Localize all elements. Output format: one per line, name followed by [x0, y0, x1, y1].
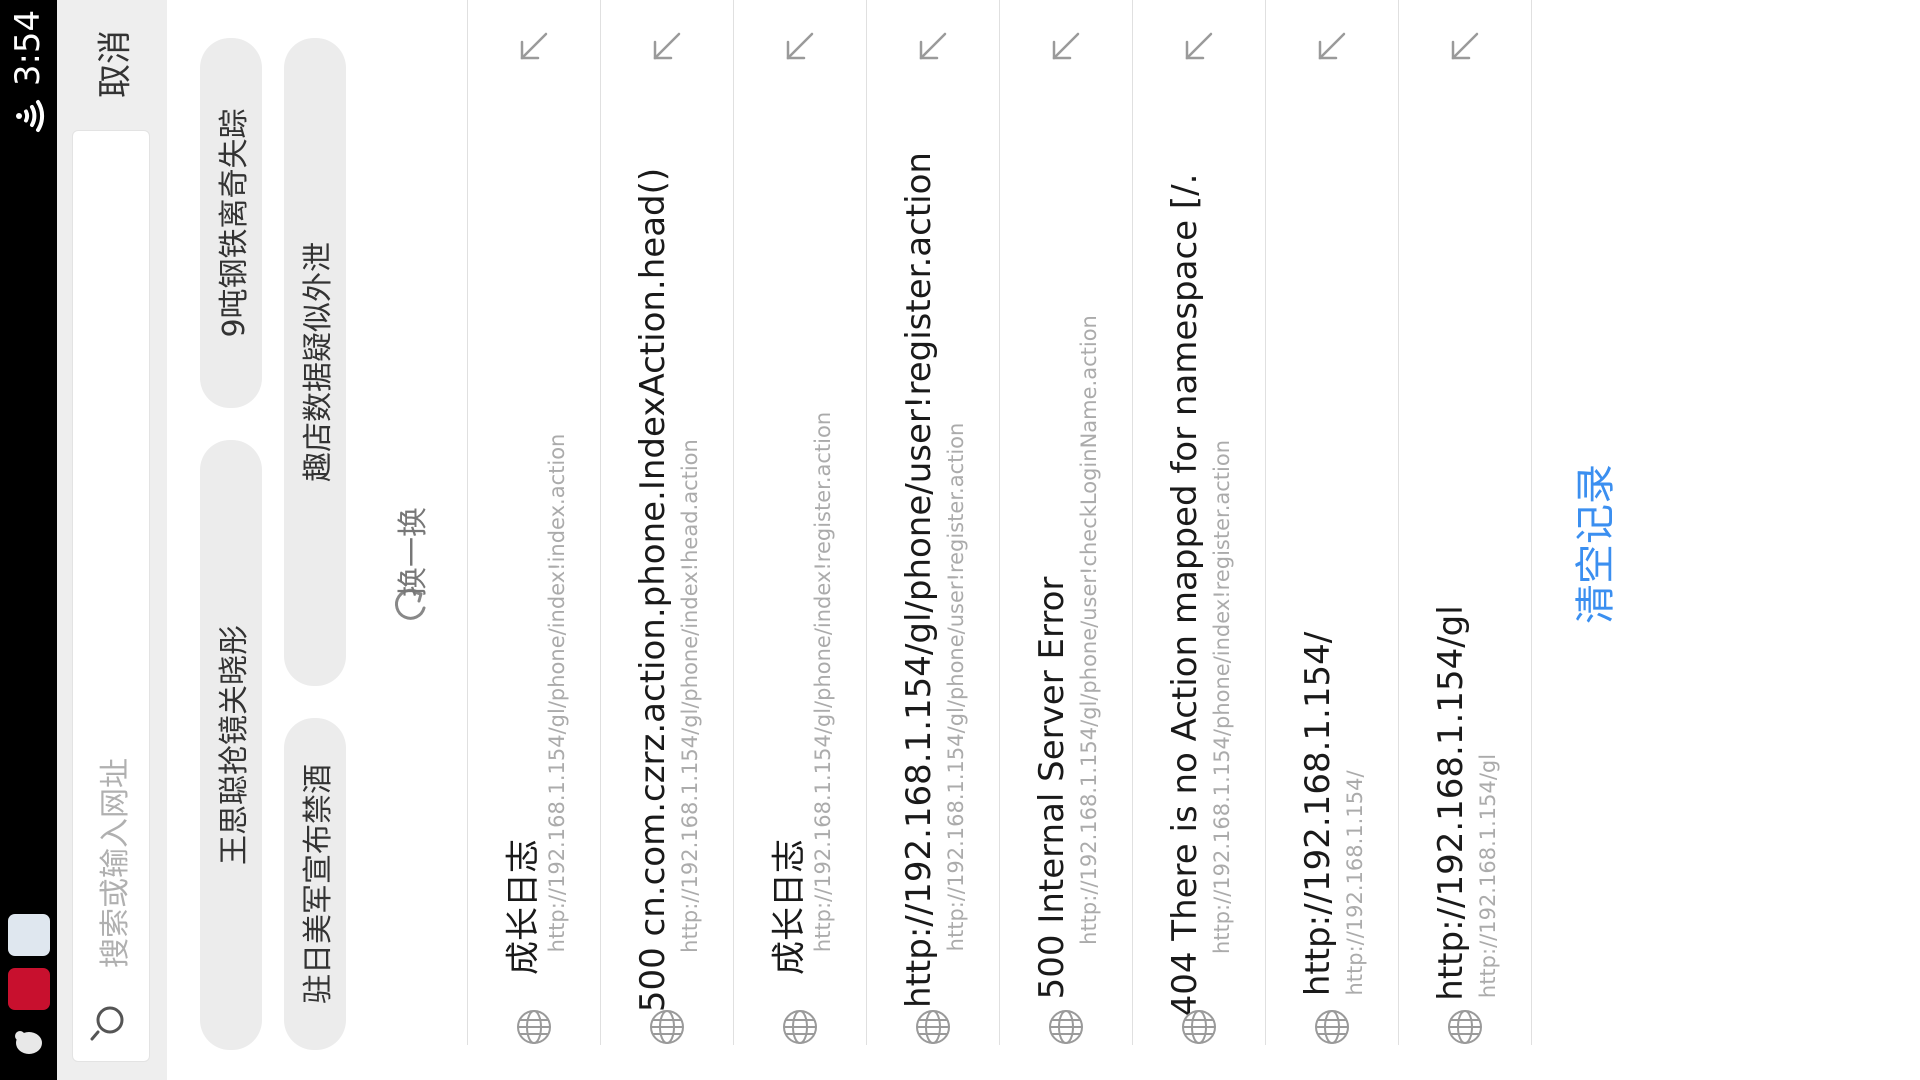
search-icon — [90, 1002, 130, 1042]
status-time: 3:54 — [8, 9, 48, 87]
arrow-icon[interactable] — [651, 30, 683, 62]
globe-icon — [1313, 1008, 1351, 1046]
list-divider — [1531, 0, 1532, 1045]
clear-history-button[interactable]: 清空记录 — [1563, 464, 1621, 624]
history-title: 500 Internal Server Error — [1032, 576, 1072, 1000]
arrow-icon[interactable] — [784, 30, 816, 62]
globe-icon — [515, 1008, 553, 1046]
hot-search-chip[interactable]: 王思聪抢镜关晓彤 — [200, 440, 262, 1050]
globe-icon — [1180, 1008, 1218, 1046]
refresh-button[interactable]: 换一换 — [388, 507, 432, 597]
globe-icon — [781, 1008, 819, 1046]
history-url: http://192.168.1.154/gl/phone/user!check… — [1077, 315, 1101, 945]
hot-search-chip[interactable]: 9吨钢铁离奇失踪 — [200, 38, 262, 408]
history-title: http://192.168.1.154/ — [1298, 631, 1338, 997]
wifi-icon — [8, 96, 48, 136]
arrow-icon[interactable] — [1050, 30, 1082, 62]
history-url: http://192.168.1.154/gl/phone/index!inde… — [545, 433, 569, 953]
history-title: http://192.168.1.154/gl — [1431, 605, 1471, 1001]
list-divider — [999, 0, 1000, 1045]
globe-icon — [1047, 1008, 1085, 1046]
hot-search-chip[interactable]: 驻日美军宣布禁酒 — [284, 718, 346, 1050]
history-title: http://192.168.1.154/gl/phone/user!regis… — [899, 152, 939, 1008]
list-divider — [467, 0, 468, 1045]
arrow-icon[interactable] — [1183, 30, 1215, 62]
notification-app-icon — [8, 914, 50, 956]
history-url: http://192.168.1.154/gl — [1476, 753, 1500, 999]
arrow-icon[interactable] — [518, 30, 550, 62]
list-divider — [1132, 0, 1133, 1045]
hot-search-chip[interactable]: 趣店数据疑似外泄 — [284, 38, 346, 686]
list-divider — [600, 0, 601, 1045]
history-url: http://192.168.1.154/gl/phone/index!head… — [678, 439, 702, 953]
notification-badge-icon — [8, 968, 50, 1010]
status-bar: 3:54 — [0, 0, 57, 1080]
cancel-button[interactable]: 取消 — [88, 30, 137, 98]
arrow-icon[interactable] — [1316, 30, 1348, 62]
globe-icon — [648, 1008, 686, 1046]
list-divider — [1265, 0, 1266, 1045]
arrow-icon[interactable] — [917, 30, 949, 62]
list-divider — [733, 0, 734, 1045]
arrow-icon[interactable] — [1449, 30, 1481, 62]
globe-icon — [914, 1008, 952, 1046]
history-url: http://192.168.1.154/gl/phone/user!regis… — [944, 422, 968, 952]
history-title: 404 There is no Action mapped for namesp… — [1165, 173, 1205, 1017]
history-title: 成长日志 — [503, 839, 544, 975]
history-title: 500 cn.com.czrz.action.phone.IndexAction… — [633, 167, 673, 1013]
history-url: http://192.168.1.154/ — [1343, 770, 1367, 996]
notification-qq-icon — [11, 1024, 47, 1060]
list-divider — [866, 0, 867, 1045]
history-url: http://192.168.1.154/gl/phone/index!regi… — [811, 411, 835, 953]
search-placeholder: 搜索或输入网址 — [98, 758, 133, 968]
history-title: 成长日志 — [769, 839, 810, 975]
history-url: http://192.168.1.154/phone/index!registe… — [1210, 439, 1234, 955]
list-divider — [1398, 0, 1399, 1045]
globe-icon — [1446, 1008, 1484, 1046]
